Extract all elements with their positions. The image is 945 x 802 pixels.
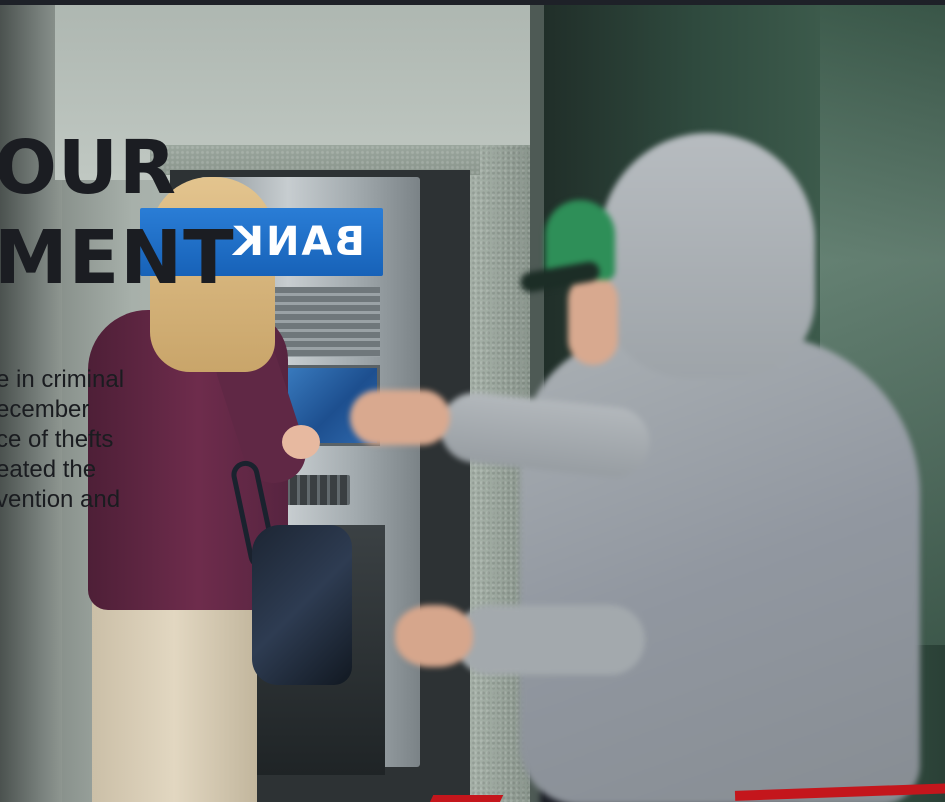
- thief-hand-lower: [395, 605, 473, 667]
- bank-sign-text: BANK: [231, 219, 365, 265]
- hero-photo: BANK OUR MENT e in criminal ecember ce o…: [0, 5, 945, 802]
- body-line-1: e in criminal: [0, 366, 125, 393]
- headline-line-2: MENT: [0, 215, 235, 301]
- body-line-4: eated the: [0, 456, 97, 483]
- body-line-2: ecember: [0, 396, 90, 423]
- body-line-5: vention and: [0, 486, 121, 513]
- headline-line-1: OUR: [0, 125, 177, 211]
- red-accent-stripe: [426, 795, 504, 802]
- body-line-3: ce of thefts: [0, 426, 114, 453]
- thief-arm-lower: [455, 605, 645, 675]
- hoodie-hood: [600, 133, 815, 378]
- thief-face: [568, 275, 618, 365]
- hero-headline: OUR MENT: [0, 123, 235, 303]
- thief-hand-reaching: [350, 390, 450, 445]
- hero-body-text: e in criminal ecember ce of thefts eated…: [0, 365, 124, 515]
